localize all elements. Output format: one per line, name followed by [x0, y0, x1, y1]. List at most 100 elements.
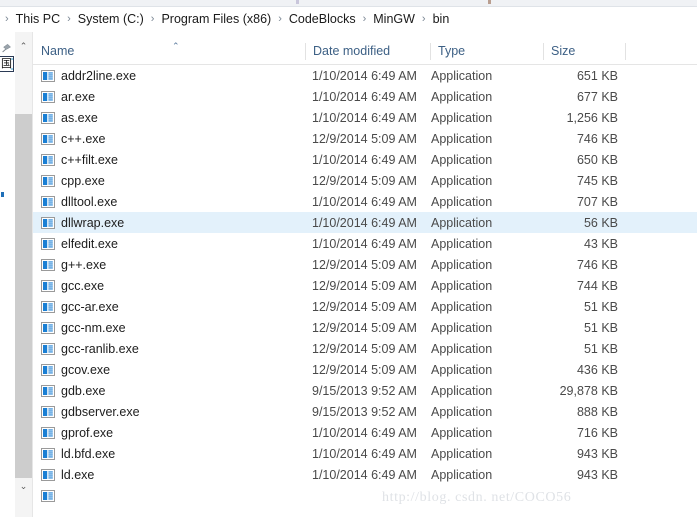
application-exe-icon: [41, 258, 55, 271]
file-name-cell[interactable]: [41, 489, 55, 502]
breadcrumb-item-bin[interactable]: bin: [431, 11, 452, 27]
column-divider[interactable]: [625, 43, 626, 60]
file-name-label: dlltool.exe: [61, 194, 118, 209]
file-name-cell[interactable]: gdb.exe: [41, 384, 105, 398]
scroll-up-button[interactable]: ⌃: [15, 38, 32, 55]
file-name-cell[interactable]: gprof.exe: [41, 426, 113, 440]
file-size-cell: 43 KB: [583, 236, 618, 251]
pin-icon[interactable]: [1, 42, 13, 54]
file-size-cell: 650 KB: [576, 152, 618, 167]
file-type-cell: Application: [431, 89, 493, 104]
file-row[interactable]: gcov.exe 12/9/2014 5:09 AM Application 436 …: [33, 359, 697, 380]
breadcrumb-item-this-pc[interactable]: This PC: [14, 11, 62, 27]
scroll-down-button[interactable]: ⌄: [15, 478, 32, 495]
file-name-cell[interactable]: elfedit.exe: [41, 237, 118, 251]
file-row[interactable]: as.exe 1/10/2014 6:49 AM Application 1,256 …: [33, 107, 697, 128]
breadcrumb-separator-icon[interactable]: ›: [146, 13, 160, 25]
column-header-date-modified[interactable]: Date modified: [305, 38, 430, 64]
file-name-label: gcc-nm.exe: [61, 320, 126, 335]
file-name-cell[interactable]: dlltool.exe: [41, 195, 117, 209]
breadcrumb-item-program-files-x86[interactable]: Program Files (x86): [159, 11, 273, 27]
file-row[interactable]: elfedit.exe 1/10/2014 6:49 AM Application 4…: [33, 233, 697, 254]
file-row[interactable]: c++.exe 12/9/2014 5:09 AM Application 746 K…: [33, 128, 697, 149]
breadcrumb-separator-icon[interactable]: ›: [358, 13, 372, 25]
file-date-modified-cell: 1/10/2014 6:49 AM: [312, 467, 417, 482]
breadcrumb-item-system-c[interactable]: System (C:): [76, 11, 146, 27]
file-row[interactable]: gcc-nm.exe 12/9/2014 5:09 AM Application 51…: [33, 317, 697, 338]
file-name-cell[interactable]: g++.exe: [41, 258, 106, 272]
file-size-cell: 746 KB: [576, 257, 618, 272]
file-name-cell[interactable]: dllwrap.exe: [41, 216, 124, 230]
column-header-size[interactable]: Size: [543, 38, 625, 64]
file-row[interactable]: gcc.exe 12/9/2014 5:09 AM Application 744 K…: [33, 275, 697, 296]
scrollbar-thumb[interactable]: [15, 114, 32, 484]
file-size-cell: 56 KB: [583, 215, 618, 230]
file-name-label: addr2line.exe: [61, 68, 137, 83]
scrollbar-track[interactable]: [15, 55, 32, 484]
file-name-cell[interactable]: c++filt.exe: [41, 153, 118, 167]
file-row[interactable]: c++filt.exe 1/10/2014 6:49 AM Application 6…: [33, 149, 697, 170]
application-exe-icon: [41, 489, 55, 502]
file-name-cell[interactable]: ld.exe: [41, 468, 94, 482]
file-size-cell: 744 KB: [576, 278, 618, 293]
file-name-cell[interactable]: gcov.exe: [41, 363, 110, 377]
file-row[interactable]: gprof.exe 1/10/2014 6:49 AM Application 716…: [33, 422, 697, 443]
file-row[interactable]: cpp.exe 12/9/2014 5:09 AM Application 745 K…: [33, 170, 697, 191]
file-name-cell[interactable]: cpp.exe: [41, 174, 105, 188]
file-row[interactable]: addr2line.exe 1/10/2014 6:49 AM Applicatio…: [33, 65, 697, 86]
file-row[interactable]: ld.exe 1/10/2014 6:49 AM Application 943 KB: [33, 464, 697, 485]
application-exe-icon: [41, 426, 55, 439]
file-row[interactable]: gcc-ranlib.exe 12/9/2014 5:09 AM Applicati…: [33, 338, 697, 359]
file-name-cell[interactable]: gcc-nm.exe: [41, 321, 126, 335]
file-name-label: g++.exe: [61, 257, 107, 272]
file-date-modified-cell: 1/10/2014 6:49 AM: [312, 215, 417, 230]
file-row-partial[interactable]: [33, 485, 697, 506]
file-name-cell[interactable]: ar.exe: [41, 90, 95, 104]
file-date-modified-cell: 12/9/2014 5:09 AM: [312, 362, 417, 377]
file-name-cell[interactable]: gcc-ranlib.exe: [41, 342, 139, 356]
file-name-cell[interactable]: addr2line.exe: [41, 69, 136, 83]
application-exe-icon: [41, 321, 55, 334]
breadcrumb-item-mingw[interactable]: MinGW: [371, 11, 417, 27]
application-exe-icon: [41, 111, 55, 124]
file-type-cell: Application: [431, 446, 493, 461]
application-exe-icon: [41, 195, 55, 208]
file-date-modified-cell: 1/10/2014 6:49 AM: [312, 89, 417, 104]
file-name-cell[interactable]: gcc-ar.exe: [41, 300, 119, 314]
column-header-name[interactable]: Name: [33, 38, 305, 64]
file-type-cell: Application: [431, 131, 493, 146]
file-row[interactable]: ar.exe 1/10/2014 6:49 AM Application 677 KB: [33, 86, 697, 107]
breadcrumb-separator-icon[interactable]: ›: [62, 13, 76, 25]
file-name-cell[interactable]: ld.bfd.exe: [41, 447, 115, 461]
file-date-modified-cell: 12/9/2014 5:09 AM: [312, 257, 417, 272]
address-bar[interactable]: › This PC › System (C:) › Program Files …: [0, 7, 697, 32]
column-header-type-label: Type: [438, 44, 466, 58]
file-name-cell[interactable]: gcc.exe: [41, 279, 104, 293]
file-size-cell: 651 KB: [576, 68, 618, 83]
file-row[interactable]: gdb.exe 9/15/2013 9:52 AM Application 29,87…: [33, 380, 697, 401]
navigation-pane-fragment[interactable]: 国: [0, 32, 14, 517]
file-row[interactable]: gcc-ar.exe 12/9/2014 5:09 AM Application 51…: [33, 296, 697, 317]
application-exe-icon: [41, 237, 55, 250]
file-name-cell[interactable]: as.exe: [41, 111, 98, 125]
file-type-cell: Application: [431, 404, 493, 419]
file-name-cell[interactable]: c++.exe: [41, 132, 105, 146]
file-row[interactable]: dllwrap.exe 1/10/2014 6:49 AM Application 5…: [33, 212, 697, 233]
file-row[interactable]: dlltool.exe 1/10/2014 6:49 AM Application 7…: [33, 191, 697, 212]
file-size-cell: 51 KB: [583, 341, 618, 356]
file-row[interactable]: g++.exe 12/9/2014 5:09 AM Application 746 K…: [33, 254, 697, 275]
breadcrumb-separator-icon[interactable]: ›: [273, 13, 287, 25]
file-name-cell[interactable]: gdbserver.exe: [41, 405, 140, 419]
file-type-cell: Application: [431, 257, 493, 272]
breadcrumb-separator-icon[interactable]: ›: [417, 13, 431, 25]
file-date-modified-cell: 12/9/2014 5:09 AM: [312, 173, 417, 188]
application-exe-icon: [41, 300, 55, 313]
file-type-cell: Application: [431, 278, 493, 293]
column-header-type[interactable]: Type: [430, 38, 543, 64]
vertical-scrollbar[interactable]: ⌃ ⌄: [15, 32, 33, 517]
file-row[interactable]: gdbserver.exe 9/15/2013 9:52 AM Applicatio…: [33, 401, 697, 422]
file-row[interactable]: ld.bfd.exe 1/10/2014 6:49 AM Application 94…: [33, 443, 697, 464]
application-exe-icon: [41, 216, 55, 229]
file-list[interactable]: addr2line.exe 1/10/2014 6:49 AM Applicatio…: [33, 65, 697, 517]
breadcrumb-item-codeblocks[interactable]: CodeBlocks: [287, 11, 358, 27]
